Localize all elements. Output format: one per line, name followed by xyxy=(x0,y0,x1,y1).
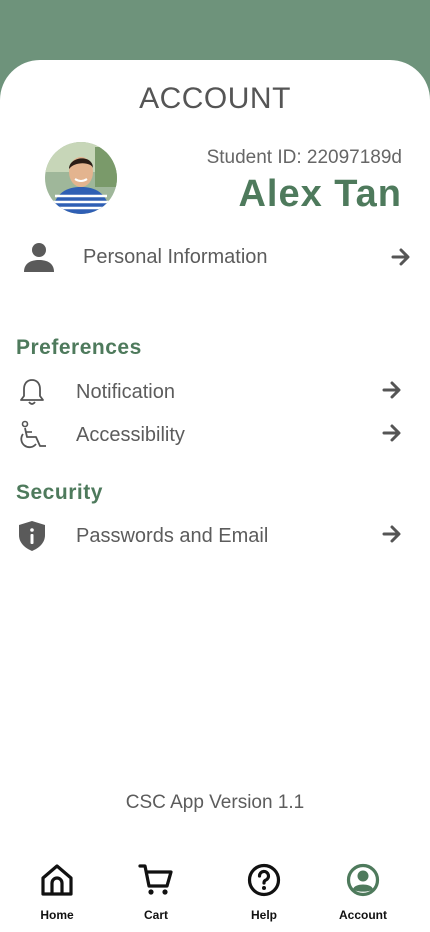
bell-icon xyxy=(17,377,47,407)
arrow-right-icon xyxy=(382,525,401,543)
help-icon xyxy=(224,862,304,898)
account-icon xyxy=(323,862,403,898)
shield-info-icon xyxy=(16,520,48,552)
notification-label: Notification xyxy=(76,380,175,403)
arrow-right-icon xyxy=(391,248,410,266)
nav-help[interactable]: Help xyxy=(224,862,304,922)
notification-row[interactable]: Notification xyxy=(0,372,430,412)
accessibility-label: Accessibility xyxy=(76,423,185,446)
page-title: ACCOUNT xyxy=(139,82,291,115)
user-name: Alex Tan xyxy=(238,173,402,215)
personal-information-row[interactable]: Personal Information xyxy=(0,237,430,277)
arrow-right-icon xyxy=(382,424,401,442)
student-id: Student ID: 22097189d xyxy=(206,147,402,168)
home-icon xyxy=(17,862,97,898)
passwords-email-row[interactable]: Passwords and Email xyxy=(0,516,430,556)
nav-home-label: Home xyxy=(40,908,74,922)
nav-account-label: Account xyxy=(339,908,387,922)
passwords-email-label: Passwords and Email xyxy=(76,524,269,547)
cart-icon xyxy=(116,862,196,898)
avatar[interactable] xyxy=(45,142,117,214)
nav-cart-label: Cart xyxy=(143,908,168,922)
person-icon xyxy=(22,240,56,274)
app-version: CSC App Version 1.1 xyxy=(125,792,305,813)
arrow-right-icon xyxy=(382,381,401,399)
wheelchair-icon xyxy=(16,420,50,450)
nav-home[interactable]: Home xyxy=(17,862,97,922)
nav-cart[interactable]: Cart xyxy=(116,862,196,922)
nav-help-label: Help xyxy=(250,908,277,922)
security-heading: Security xyxy=(16,481,103,504)
preferences-heading: Preferences xyxy=(16,336,142,359)
nav-account[interactable]: Account xyxy=(323,862,403,922)
personal-information-label: Personal Information xyxy=(83,245,268,268)
accessibility-row[interactable]: Accessibility xyxy=(0,415,430,455)
